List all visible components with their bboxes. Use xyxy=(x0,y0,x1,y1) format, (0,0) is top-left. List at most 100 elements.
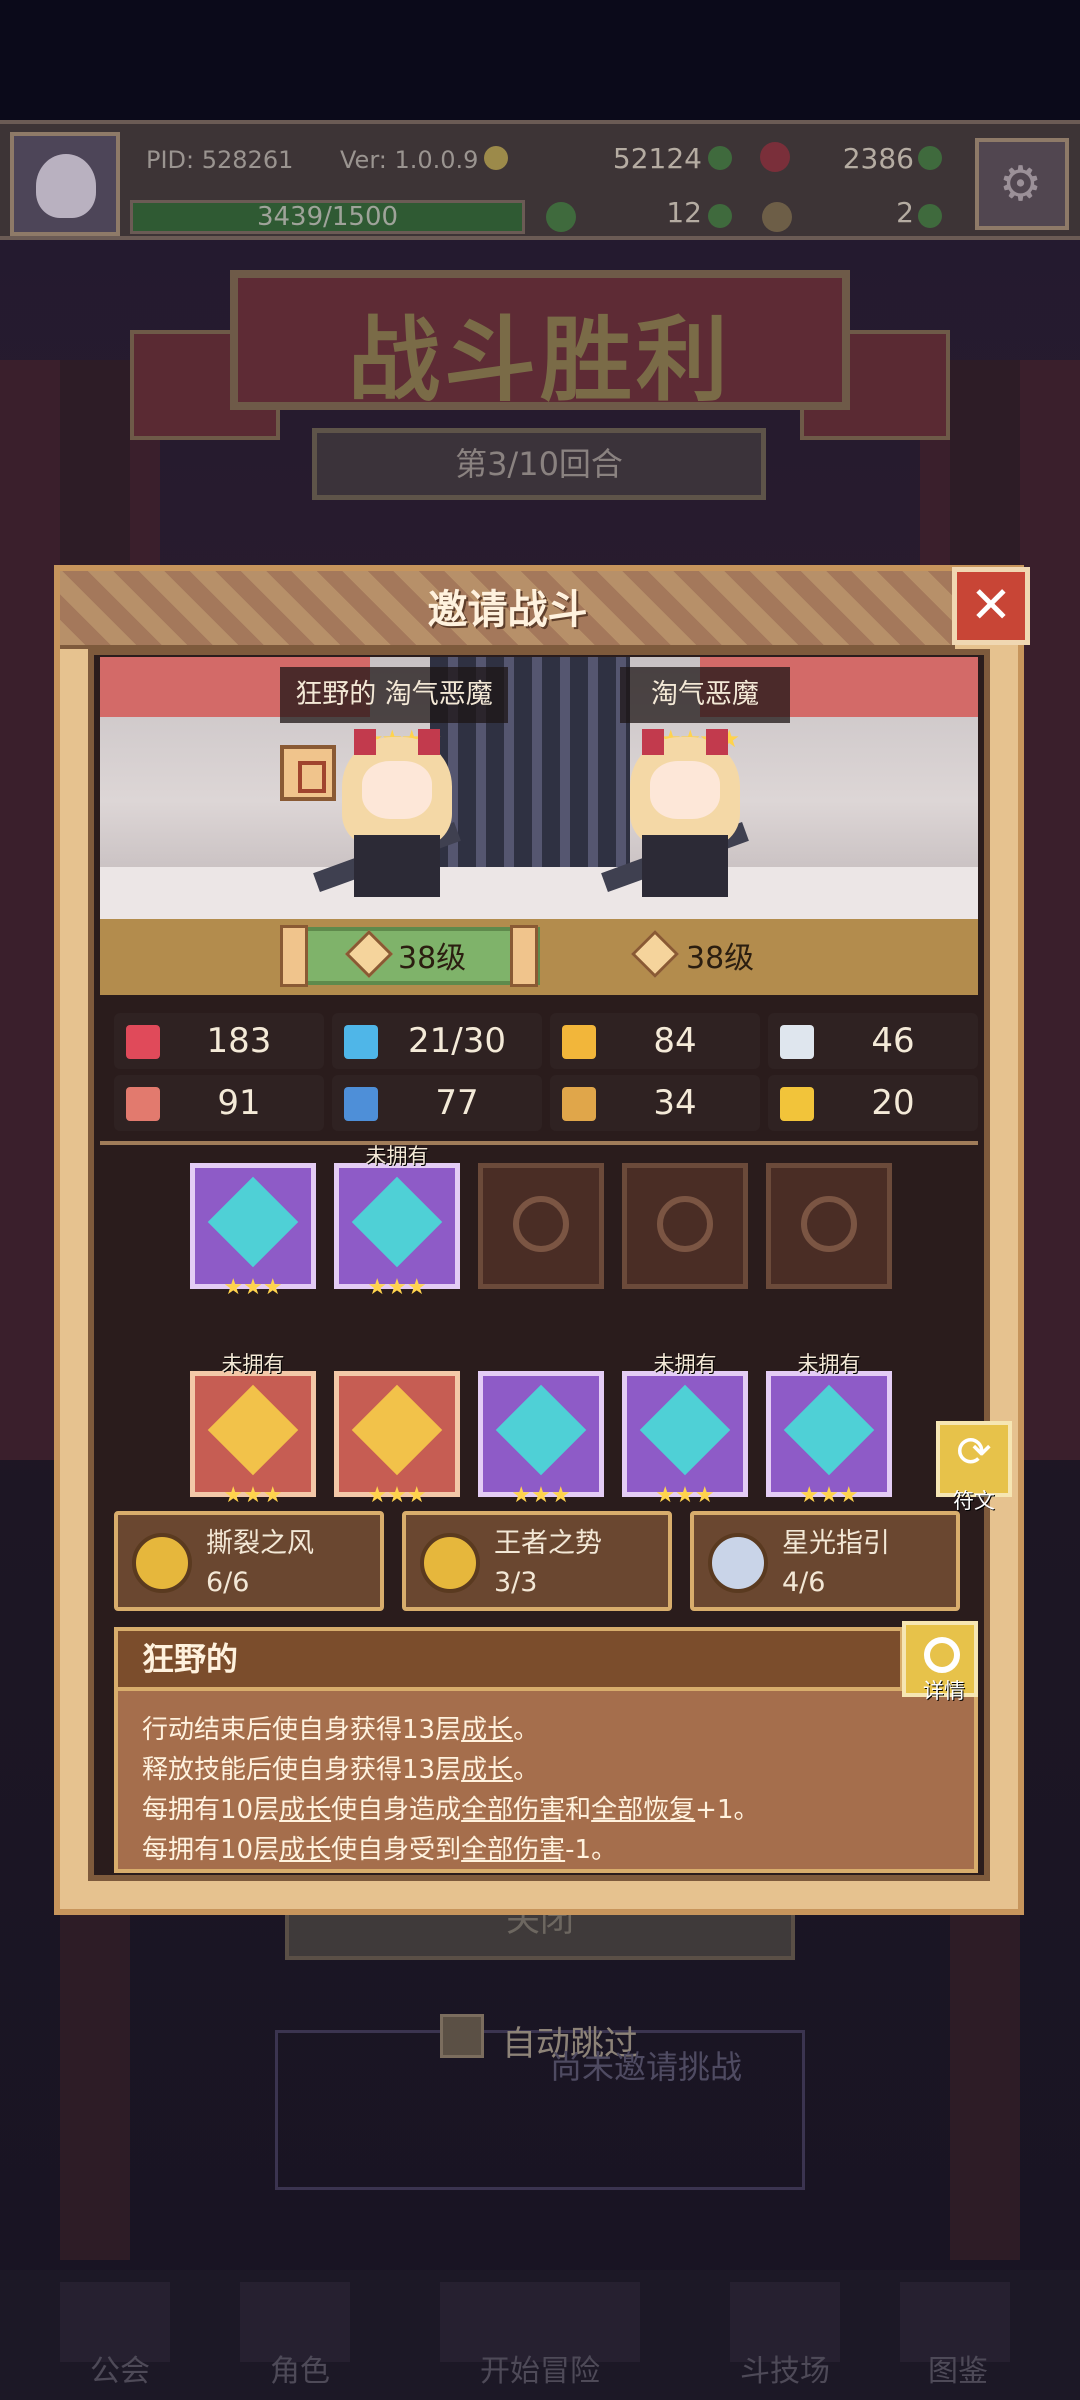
necklace-slot-icon xyxy=(513,1196,569,1252)
item-stars: ★★★ xyxy=(223,1483,283,1508)
set-name: 王者之势 xyxy=(494,1528,602,1559)
equipment-slot[interactable]: ★★★ 未拥有 xyxy=(334,1144,460,1300)
stat-value: 77 xyxy=(435,1083,479,1123)
battle-preview: 狂野的 淘气恶魔 淘气恶魔 ★★★★ ★★★★ xyxy=(100,657,978,919)
equipment-slot[interactable]: ★★★ 未拥有 xyxy=(766,1352,892,1508)
dialog-close-button[interactable]: ✕ xyxy=(952,567,1030,645)
boot-icon xyxy=(562,1087,596,1121)
silver-medal-icon xyxy=(708,1533,768,1593)
set-bonus[interactable]: 王者之势 3/3 xyxy=(402,1511,672,1611)
trait-text: 释放技能后使自身获得13层 xyxy=(142,1755,462,1785)
stat-cell: 20 xyxy=(768,1075,978,1131)
stat-cell: 46 xyxy=(768,1013,978,1069)
left-unit-name: 狂野的 淘气恶魔 xyxy=(280,667,508,723)
trait-text: 使自身造成 xyxy=(331,1795,462,1825)
nav-arena[interactable]: 斗技场 xyxy=(720,2346,850,2390)
add-key-icon[interactable] xyxy=(918,204,942,228)
trait-text: 每拥有10层 xyxy=(142,1835,280,1865)
equipment-slot[interactable]: ★★★ 未拥有 xyxy=(622,1352,748,1508)
set-name: 星光指引 xyxy=(782,1528,890,1559)
nav-codex[interactable]: 图鉴 xyxy=(918,2346,998,2390)
trait-line: 每拥有10层成长使自身造成全部伤害和全部恢复+1。 xyxy=(142,1789,760,1826)
left-unit-level: 38级 xyxy=(398,941,467,976)
trait-text: 行动结束后使自身获得13层 xyxy=(142,1715,462,1745)
status-bar-area xyxy=(0,0,1080,120)
dialog-title-bar: 邀请战斗 xyxy=(60,571,955,649)
equipment-slot[interactable] xyxy=(478,1163,604,1289)
equipment-slot[interactable]: ★★★ xyxy=(334,1371,460,1508)
item-stars: ★★★ xyxy=(511,1483,571,1508)
stat-value: 84 xyxy=(653,1021,697,1061)
round-indicator: 第3/10回合 xyxy=(312,428,766,500)
clover-icon xyxy=(546,202,576,232)
chevron-left-icon[interactable] xyxy=(280,925,308,987)
not-owned-tag: 未拥有 xyxy=(221,1352,285,1376)
keyword-link[interactable]: 全部恢复 xyxy=(591,1795,695,1825)
level-bar: 38级 38级 xyxy=(100,919,978,995)
nav-character[interactable]: 角色 xyxy=(260,2346,340,2390)
keyword-link[interactable]: 成长 xyxy=(279,1795,331,1825)
trait-text: -1。 xyxy=(565,1835,618,1865)
set-count: 6/6 xyxy=(206,1567,250,1598)
auto-skip-checkbox[interactable] xyxy=(440,2014,484,2058)
detail-label: 详情 xyxy=(923,1679,965,1703)
player-header: PID: 528261 Ver: 1.0.0.9 52124 2386 3439… xyxy=(0,120,1080,240)
magnifier-icon xyxy=(924,1637,960,1673)
shield-icon xyxy=(562,1025,596,1059)
set-count: 3/3 xyxy=(494,1567,538,1598)
keyword-link[interactable]: 成长 xyxy=(279,1835,331,1865)
add-clover-icon[interactable] xyxy=(708,204,732,228)
chevron-right-icon[interactable] xyxy=(510,925,538,987)
experience-bar: 3439/1500 xyxy=(130,200,525,234)
armor-icon xyxy=(351,1384,443,1476)
keyword-link[interactable]: 成长 xyxy=(461,1715,513,1745)
game-version: Ver: 1.0.0.9 xyxy=(340,146,479,174)
trait-name: 狂野的 xyxy=(142,1640,239,1678)
ring-slot-icon xyxy=(801,1196,857,1252)
set-bonus[interactable]: 星光指引 4/6 xyxy=(690,1511,960,1611)
keyword-link[interactable]: 成长 xyxy=(461,1755,513,1785)
right-unit-name: 淘气恶魔 xyxy=(620,667,790,723)
lock-icon[interactable] xyxy=(280,745,336,801)
trait-description: 行动结束后使自身获得13层成长。 释放技能后使自身获得13层成长。 每拥有10层成长… xyxy=(114,1687,978,1873)
add-gem-icon[interactable] xyxy=(918,146,942,170)
item-stars: ★★★ xyxy=(799,1483,859,1508)
add-gold-icon[interactable] xyxy=(708,146,732,170)
nav-guild[interactable]: 公会 xyxy=(80,2346,160,2390)
settings-button[interactable]: ⚙ xyxy=(975,138,1069,230)
victory-banner: 战斗胜利 xyxy=(230,270,850,414)
gear-icon: ⚙ xyxy=(999,156,1043,212)
right-unit-level: 38级 xyxy=(686,941,755,976)
nav-start-adventure[interactable]: 开始冒险 xyxy=(460,2346,620,2390)
heart-icon xyxy=(126,1025,160,1059)
victory-title: 战斗胜利 xyxy=(347,307,732,414)
level-up-icon xyxy=(630,929,680,979)
fist-icon xyxy=(126,1087,160,1121)
stat-value: 183 xyxy=(206,1021,272,1061)
mana-drop-icon xyxy=(344,1025,378,1059)
equipment-slot[interactable]: ★★★ xyxy=(190,1163,316,1300)
dagger-icon xyxy=(351,1176,443,1268)
gold-count: 52124 xyxy=(612,142,702,175)
set-bonus[interactable]: 撕裂之风 6/6 xyxy=(114,1511,384,1611)
coin-icon xyxy=(484,146,508,170)
stat-cell: 91 xyxy=(114,1075,324,1131)
equipment-slot[interactable] xyxy=(622,1163,748,1289)
trait-line: 释放技能后使自身获得13层成长。 xyxy=(142,1749,539,1786)
trait-text: 。 xyxy=(513,1715,540,1745)
stat-value: 46 xyxy=(871,1021,915,1061)
stat-cell: 21/30 xyxy=(332,1013,542,1069)
keyword-link[interactable]: 全部伤害 xyxy=(461,1795,565,1825)
player-avatar[interactable] xyxy=(10,132,120,236)
equipment-slot[interactable]: ★★★ 未拥有 xyxy=(190,1352,316,1508)
wing-icon xyxy=(780,1025,814,1059)
stat-value: 21/30 xyxy=(408,1021,506,1061)
experience-text: 3439/1500 xyxy=(256,202,399,232)
equipment-slot[interactable]: ★★★ xyxy=(478,1371,604,1508)
gauntlet-icon xyxy=(495,1384,587,1476)
equipment-slot[interactable] xyxy=(766,1163,892,1289)
keyword-link[interactable]: 全部伤害 xyxy=(461,1835,565,1865)
section-divider xyxy=(100,1141,978,1145)
not-owned-tag: 未拥有 xyxy=(365,1144,429,1168)
stat-value: 91 xyxy=(217,1083,261,1123)
